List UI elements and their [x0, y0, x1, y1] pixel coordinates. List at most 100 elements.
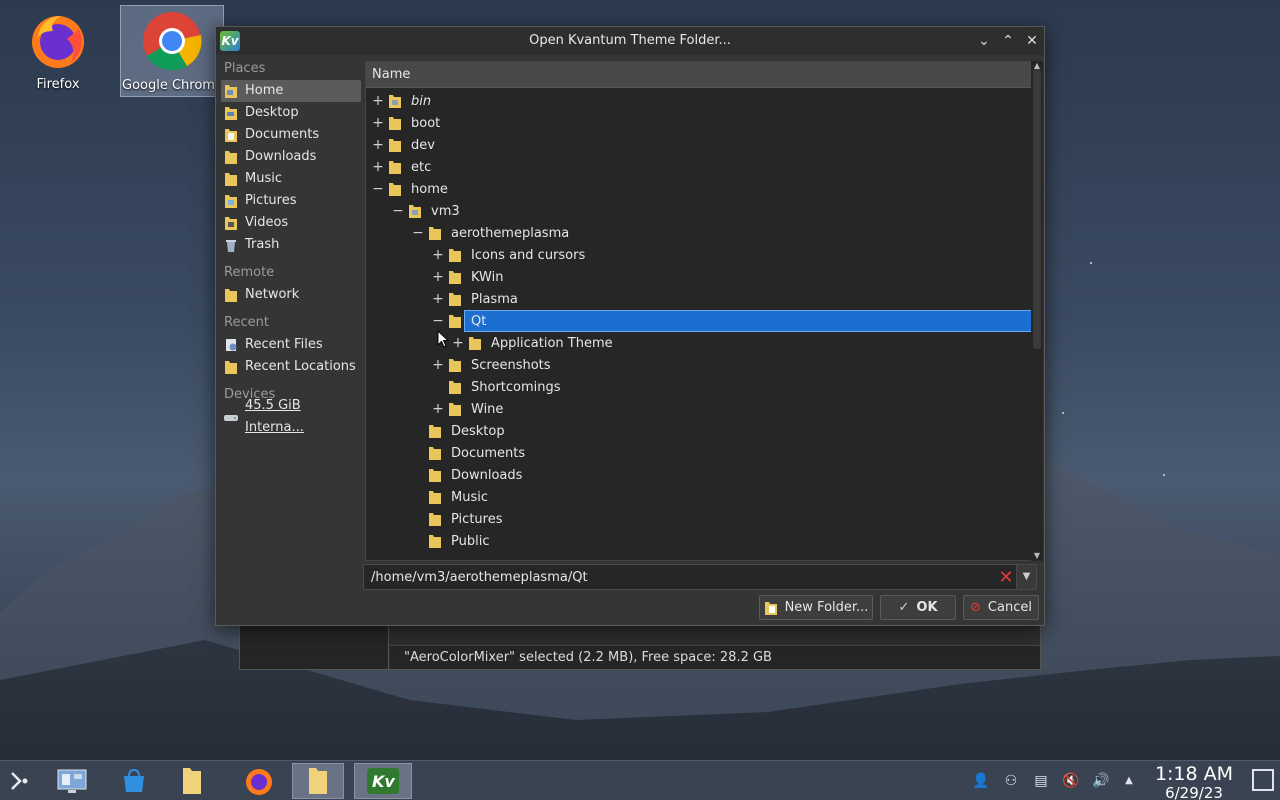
taskbar-file-manager[interactable] — [166, 763, 218, 799]
expand-icon[interactable]: + — [448, 335, 468, 351]
taskbar-system-settings[interactable] — [46, 763, 98, 799]
expand-icon[interactable]: + — [428, 401, 448, 417]
tree-scrollbar[interactable]: ▲ ▼ — [1031, 61, 1043, 561]
ok-button[interactable]: ✓ OK — [880, 595, 956, 620]
documents-folder-icon — [225, 129, 237, 142]
places-item-home[interactable]: Home — [221, 80, 361, 102]
new-folder-button[interactable]: New Folder... — [759, 595, 873, 620]
minimize-button[interactable]: ⌄ — [974, 31, 994, 51]
tree-row[interactable]: Public — [408, 530, 492, 552]
tree-row[interactable]: + dev — [368, 134, 438, 156]
volume-icon[interactable]: 🔊 — [1091, 771, 1111, 791]
tree-row[interactable]: − home — [368, 178, 451, 200]
audio-muted-icon[interactable]: 🔇 — [1061, 771, 1081, 791]
expand-icon[interactable]: + — [428, 291, 448, 307]
maximize-button[interactable]: ⌃ — [998, 31, 1018, 51]
home-folder-icon — [225, 85, 237, 98]
taskbar-firefox[interactable] — [233, 763, 285, 799]
places-item-internal-drive[interactable]: 45.5 GiB Interna... — [221, 398, 361, 435]
tree-row[interactable]: Downloads — [408, 464, 525, 486]
tree-row[interactable]: Desktop — [408, 420, 508, 442]
tree-row[interactable]: + Screenshots — [428, 354, 554, 376]
folder-icon — [389, 161, 401, 174]
cancel-button[interactable]: ⊘ Cancel — [963, 595, 1039, 620]
expand-icon[interactable]: + — [368, 115, 388, 131]
scrollbar-thumb[interactable] — [1033, 69, 1041, 349]
places-item-label: Recent Files — [245, 337, 323, 352]
path-history-dropdown[interactable]: ▼ — [1016, 565, 1036, 589]
show-desktop-button[interactable] — [1252, 769, 1274, 791]
videos-folder-icon — [225, 217, 237, 230]
tree-row[interactable]: Documents — [408, 442, 528, 464]
user-icon[interactable]: 👤 — [971, 771, 991, 791]
places-item-music[interactable]: Music — [221, 168, 361, 190]
column-header-name[interactable]: Name — [366, 62, 1032, 88]
expand-icon[interactable]: + — [428, 247, 448, 263]
expand-icon[interactable]: + — [428, 269, 448, 285]
folder-tree-view[interactable]: Name + bin + boot + dev + etc − home − vm3− aerothem… — [365, 61, 1033, 561]
user-switch-icon[interactable]: ⚇ — [1001, 771, 1021, 791]
places-item-recent-files[interactable]: Recent Files — [221, 334, 361, 356]
expand-icon[interactable]: + — [368, 93, 388, 109]
desktop-icon-firefox[interactable]: Firefox — [6, 5, 110, 97]
recent-locations-icon — [225, 361, 237, 374]
desktop-icon-chrome[interactable]: Google Chrome — [120, 5, 224, 97]
places-item-label: Documents — [245, 127, 320, 142]
folder-icon — [429, 447, 441, 460]
tree-row[interactable]: + bin — [368, 90, 434, 112]
tree-row[interactable]: + Plasma — [428, 288, 521, 310]
tree-row-label: boot — [411, 115, 441, 131]
expand-icon[interactable]: + — [368, 137, 388, 153]
collapse-icon[interactable]: − — [408, 225, 428, 241]
places-item-label: Downloads — [245, 149, 317, 164]
collapse-icon[interactable]: − — [388, 203, 408, 219]
clipboard-icon[interactable]: ▤ — [1031, 771, 1051, 791]
tree-row-label: Qt — [471, 313, 487, 329]
tree-row[interactable]: + KWin — [428, 266, 506, 288]
clear-path-icon[interactable]: ✕ — [996, 567, 1016, 588]
tree-row[interactable]: − Qt — [428, 310, 1032, 332]
clock[interactable]: 1:18 AM 6/29/23 — [1150, 763, 1238, 800]
tree-row[interactable]: + Application Theme — [448, 332, 616, 354]
tray-expand-arrow[interactable]: ▲ — [1119, 771, 1139, 791]
tree-row[interactable]: + boot — [368, 112, 443, 134]
network-folder-icon — [225, 289, 237, 302]
taskbar-file-manager-active[interactable] — [292, 763, 344, 799]
taskbar-kvantum-manager[interactable]: Kv — [354, 763, 412, 799]
path-input[interactable] — [364, 565, 996, 589]
places-item-desktop[interactable]: Desktop — [221, 102, 361, 124]
application-launcher[interactable] — [0, 763, 40, 799]
taskbar-software-store[interactable] — [108, 763, 160, 799]
clock-date: 6/29/23 — [1165, 784, 1223, 800]
folder-icon — [409, 205, 421, 218]
tree-row[interactable]: Shortcomings — [428, 376, 564, 398]
tree-row[interactable]: + etc — [368, 156, 434, 178]
folder-icon — [429, 513, 441, 526]
tree-row[interactable]: − aerothemeplasma — [408, 222, 572, 244]
places-item-network[interactable]: Network — [221, 284, 361, 306]
collapse-icon[interactable]: − — [368, 181, 388, 197]
tree-row[interactable]: Pictures — [408, 508, 505, 530]
scroll-down-arrow[interactable]: ▼ — [1031, 551, 1043, 561]
collapse-icon[interactable]: − — [428, 313, 448, 329]
places-item-documents[interactable]: Documents — [221, 124, 361, 146]
close-button[interactable]: ✕ — [1022, 31, 1042, 51]
firefox-icon — [246, 769, 272, 795]
places-item-trash[interactable]: Trash — [221, 234, 361, 256]
places-item-videos[interactable]: Videos — [221, 212, 361, 234]
tree-row[interactable]: + Wine — [428, 398, 506, 420]
tree-row[interactable]: − vm3 — [388, 200, 463, 222]
places-item-pictures[interactable]: Pictures — [221, 190, 361, 212]
folder-icon — [429, 535, 441, 548]
expand-icon[interactable]: + — [428, 357, 448, 373]
dialog-titlebar[interactable]: Kv Open Kvantum Theme Folder... ⌄ ⌃ ✕ — [216, 27, 1044, 55]
places-item-recent-locations[interactable]: Recent Locations — [221, 356, 361, 378]
folder-icon — [449, 293, 461, 306]
places-item-downloads[interactable]: Downloads — [221, 146, 361, 168]
tree-row-label: etc — [411, 159, 432, 175]
open-folder-dialog: Kv Open Kvantum Theme Folder... ⌄ ⌃ ✕ Pl… — [215, 26, 1045, 626]
tree-row[interactable]: Music — [408, 486, 491, 508]
expand-icon[interactable]: + — [368, 159, 388, 175]
wallpaper-star — [1090, 262, 1092, 264]
tree-row[interactable]: + Icons and cursors — [428, 244, 588, 266]
